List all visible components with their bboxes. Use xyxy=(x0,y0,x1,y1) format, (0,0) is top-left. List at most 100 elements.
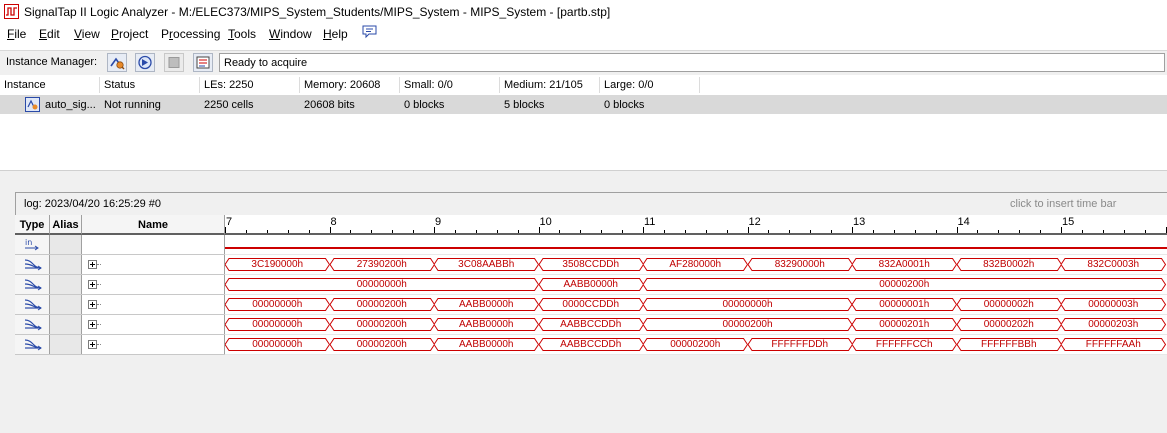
stop-analysis-button[interactable] xyxy=(164,53,184,72)
signal-type-cell xyxy=(15,275,50,294)
whats-this-help-icon[interactable] xyxy=(362,25,377,39)
waveform-row[interactable]: 00000000h 00000200h AABB0000h 0000CCDDh 0000… xyxy=(225,295,1167,315)
instance-name: auto_sig... xyxy=(45,99,96,111)
col-memory[interactable]: Memory: 20608 xyxy=(304,79,380,91)
signal-name-cell[interactable] xyxy=(82,275,225,294)
col-status[interactable]: Status xyxy=(104,79,135,91)
menu-project[interactable]: Project xyxy=(111,27,148,41)
col-medium[interactable]: Medium: 21/105 xyxy=(504,79,583,91)
signal-alias-cell[interactable] xyxy=(50,295,82,314)
menu-bar: File Edit View Project Processing Tools Window… xyxy=(0,24,1167,44)
bus-node-icon xyxy=(24,279,42,291)
read-data-button[interactable] xyxy=(193,53,213,72)
bus-value-label: AABB0000h xyxy=(563,279,619,290)
time-ruler[interactable]: 78910111213141516 xyxy=(225,215,1167,235)
time-tick-label: 7 xyxy=(226,216,233,228)
signal-type-cell xyxy=(15,255,50,274)
bus-value-label: 00000200h xyxy=(356,299,407,310)
signal-row[interactable] xyxy=(15,255,225,275)
expand-icon[interactable] xyxy=(88,280,97,289)
bus-value-label: 00000002h xyxy=(983,299,1034,310)
instance-row[interactable]: auto_sig... Not running 2250 cells 20608… xyxy=(0,95,1167,114)
expand-icon[interactable] xyxy=(88,260,97,269)
bus-node-icon xyxy=(24,319,42,331)
bus-value-label: 3C08AABBh xyxy=(458,259,515,270)
bus-value-segment: 00000200h xyxy=(643,278,1166,291)
signal-alias-cell[interactable] xyxy=(50,255,82,274)
signal-row[interactable] xyxy=(15,335,225,355)
waveform-row[interactable]: 3C190000h 27390200h 3C08AABBh 3508CCDDh AF28… xyxy=(225,255,1167,275)
autorun-analysis-button[interactable] xyxy=(107,53,127,72)
time-minor-tick xyxy=(914,230,916,233)
bus-value-label: 00000003h xyxy=(1088,299,1139,310)
time-minor-tick xyxy=(287,230,289,233)
time-minor-tick xyxy=(935,230,937,233)
bus-value-segment: FFFFFFBBh xyxy=(956,338,1061,351)
menu-tools[interactable]: Tools xyxy=(228,27,256,41)
waveform-row[interactable] xyxy=(225,235,1167,255)
run-analysis-icon xyxy=(138,55,152,70)
time-tick-mark xyxy=(225,227,226,233)
menu-file[interactable]: File xyxy=(7,27,26,41)
time-minor-tick xyxy=(559,230,561,233)
signal-name-cell[interactable] xyxy=(82,335,225,354)
time-minor-tick xyxy=(977,230,979,233)
time-minor-tick xyxy=(454,230,456,233)
waveform-display[interactable]: 78910111213141516 3C190000h27390200h3C08… xyxy=(225,215,1167,355)
signal-alias-cell[interactable] xyxy=(50,315,82,334)
menu-view[interactable]: View xyxy=(74,27,100,41)
expand-icon[interactable] xyxy=(88,300,97,309)
waveform-row[interactable]: 00000000h 00000200h AABB0000h AABBCCDDh 0000… xyxy=(225,335,1167,355)
signal-name-cell[interactable] xyxy=(82,235,225,254)
signal-row[interactable] xyxy=(15,275,225,295)
waveform-row[interactable]: 00000000h 00000200h AABB0000h AABBCCDDh 0000… xyxy=(225,315,1167,335)
expand-icon[interactable] xyxy=(88,320,97,329)
time-tick-label: 11 xyxy=(644,216,656,228)
instance-status: Not running xyxy=(104,99,161,111)
signal-alias-cell[interactable] xyxy=(50,235,82,254)
expand-icon[interactable] xyxy=(88,340,97,349)
col-small[interactable]: Small: 0/0 xyxy=(404,79,453,91)
col-instance[interactable]: Instance xyxy=(4,79,46,91)
signal-name-cell[interactable] xyxy=(82,315,225,334)
menu-help[interactable]: Help xyxy=(323,27,348,41)
signal-alias-cell[interactable] xyxy=(50,275,82,294)
signal-row[interactable] xyxy=(15,315,225,335)
signal-name-cell[interactable] xyxy=(82,295,225,314)
bus-value-label: 00000200h xyxy=(670,339,721,350)
time-minor-tick xyxy=(413,230,415,233)
menu-processing[interactable]: Processing xyxy=(161,27,220,41)
instance-medium: 5 blocks xyxy=(504,99,545,111)
time-minor-tick xyxy=(1102,230,1104,233)
menu-edit[interactable]: Edit xyxy=(39,27,60,41)
signal-row[interactable] xyxy=(15,295,225,315)
signal-alias-cell[interactable] xyxy=(50,335,82,354)
waveform-panel: log: 2023/04/20 16:25:29 #0 click to ins… xyxy=(0,186,1167,433)
log-header: log: 2023/04/20 16:25:29 #0 click to ins… xyxy=(15,192,1167,215)
time-minor-tick xyxy=(705,230,707,233)
time-tick-label: 8 xyxy=(330,216,337,228)
col-name[interactable]: Name xyxy=(82,215,225,235)
col-large[interactable]: Large: 0/0 xyxy=(604,79,654,91)
log-timestamp: log: 2023/04/20 16:25:29 #0 xyxy=(24,198,162,210)
insert-time-bar-hint[interactable]: click to insert time bar xyxy=(1010,198,1116,210)
time-tick-label: 9 xyxy=(435,216,442,228)
signal-name-cell[interactable] xyxy=(82,255,225,274)
waveform-row[interactable]: 00000000h AABB0000h 00000200h xyxy=(225,275,1167,295)
time-minor-tick xyxy=(872,230,874,233)
bus-value-segment: AABB0000h xyxy=(434,338,539,351)
col-alias[interactable]: Alias xyxy=(50,215,82,235)
col-type[interactable]: Type xyxy=(15,215,50,235)
bus-value-label: 00000000h xyxy=(252,299,303,310)
time-tick-mark xyxy=(643,227,644,233)
run-analysis-button[interactable] xyxy=(135,53,155,72)
time-tick-label: 10 xyxy=(539,216,552,228)
bus-value-segment: 00000200h xyxy=(643,338,748,351)
bus-node-icon xyxy=(24,259,42,271)
menu-window[interactable]: Window xyxy=(269,27,312,41)
time-minor-tick xyxy=(831,230,833,233)
time-tick-mark xyxy=(538,227,540,233)
col-les[interactable]: LEs: 2250 xyxy=(204,79,254,91)
time-minor-tick xyxy=(893,230,895,233)
signal-row[interactable]: in xyxy=(15,235,225,255)
